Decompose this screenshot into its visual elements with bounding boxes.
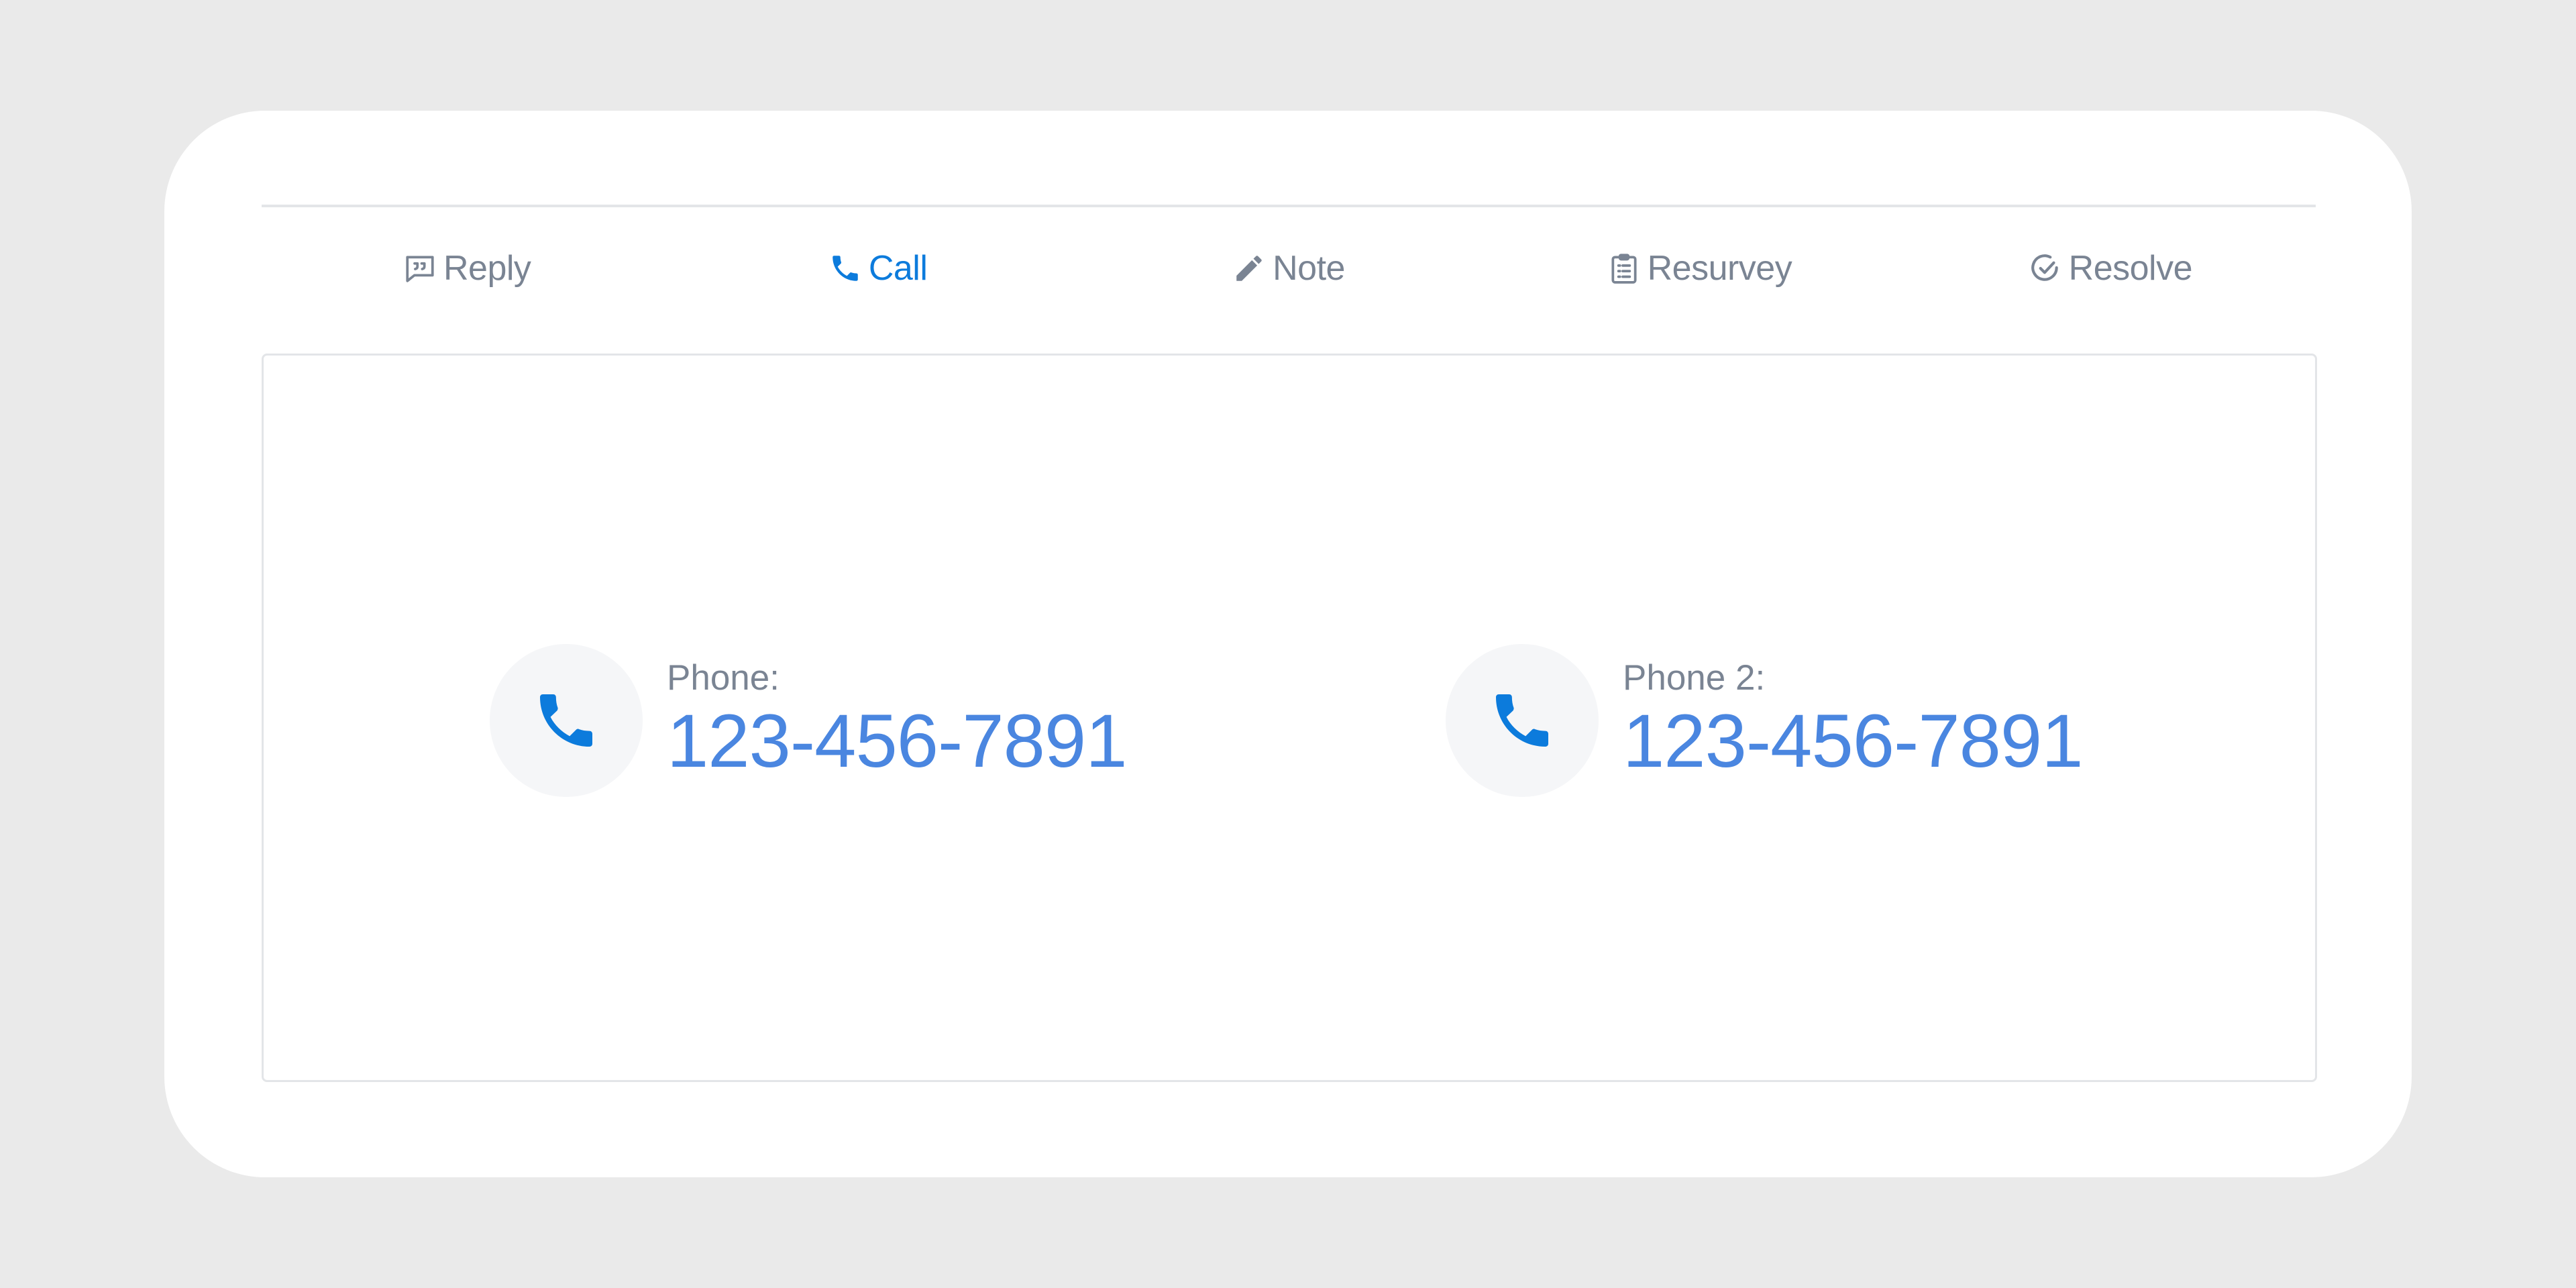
phone-details: Phone 2: 123-456-7891 — [1623, 657, 2083, 780]
tab-call[interactable]: Call — [672, 231, 1083, 305]
tab-resolve[interactable]: Resolve — [1905, 231, 2316, 305]
phone-details: Phone: 123-456-7891 — [667, 657, 1127, 780]
phone-icon — [833, 256, 858, 281]
phone-number[interactable]: 123-456-7891 — [667, 702, 1127, 780]
phone-contact-2: Phone 2: 123-456-7891 — [1446, 644, 2083, 797]
phone-icon — [1496, 694, 1548, 747]
tab-note[interactable]: Note — [1083, 231, 1494, 305]
phone-number[interactable]: 123-456-7891 — [1623, 702, 2083, 780]
tab-label: Reply — [443, 249, 531, 288]
clipboard-list-icon — [1611, 254, 1637, 284]
comment-quote-icon — [406, 256, 434, 282]
phone-contact-1: Phone: 123-456-7891 — [490, 644, 1127, 797]
phone-label: Phone: — [667, 658, 780, 698]
tab-reply[interactable]: Reply — [262, 231, 672, 305]
tab-label: Call — [868, 249, 928, 288]
ticket-action-card: Reply Call Note Resurvey Resolve Phone: … — [164, 111, 2412, 1177]
tab-label: Resolve — [2068, 249, 2193, 288]
tab-resurvey[interactable]: Resurvey — [1494, 231, 1904, 305]
check-circle-icon — [2031, 254, 2058, 281]
pencil-icon — [1236, 256, 1262, 281]
tab-label: Resurvey — [1647, 249, 1792, 288]
tab-label: Note — [1273, 249, 1345, 288]
divider — [262, 205, 2316, 207]
call-panel: Phone: 123-456-7891 Phone 2: 123-456-789… — [262, 354, 2317, 1082]
phone-label: Phone 2: — [1623, 658, 1766, 698]
phone-icon-circle[interactable] — [1446, 644, 1599, 797]
phone-icon-circle[interactable] — [490, 644, 643, 797]
phone-icon — [540, 694, 592, 747]
action-tabs: Reply Call Note Resurvey Resolve — [262, 231, 2316, 305]
